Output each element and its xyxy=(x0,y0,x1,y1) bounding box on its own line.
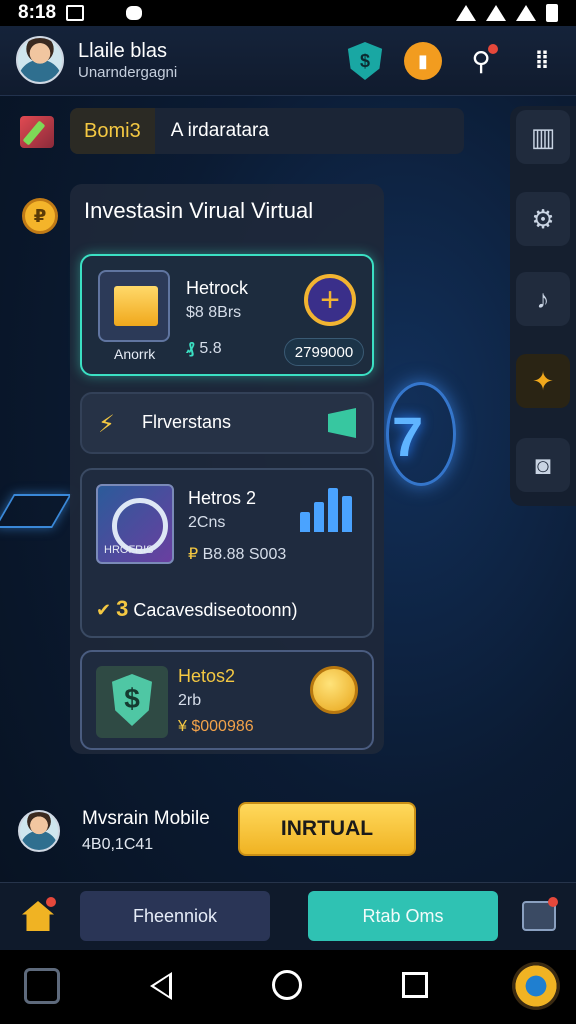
coin-icon[interactable]: ₽ xyxy=(22,198,58,234)
card4-value: $000986 xyxy=(191,718,254,735)
status-bar: 8:18 xyxy=(0,0,576,26)
top-bar-text: A irdaratara xyxy=(170,120,269,141)
card3-footer-text: Cacavesdiseotoonn) xyxy=(133,600,298,620)
coin-mark-icon: ₽ xyxy=(188,546,203,563)
bottom-user-row: Mvsrain Mobile 4B0,1C41 INRTUAL xyxy=(0,800,576,870)
menu-icon[interactable]: ⁞⁞ xyxy=(522,42,560,80)
photo-icon xyxy=(66,5,85,21)
add-investment-button[interactable]: + xyxy=(304,274,356,326)
signal-icon-2 xyxy=(516,5,536,21)
investment-card-hetrock[interactable]: Anorrk Hetrock $8 8Brs ₰ 5.8 + 2799000 xyxy=(80,254,374,376)
card3-title: Hetros 2 xyxy=(188,488,257,508)
bank-icon[interactable]: ▥ xyxy=(516,110,570,164)
card4-title: Hetos2 xyxy=(178,666,236,686)
user-subtitle: Unarndergagni xyxy=(78,64,178,81)
card4-value-row: ¥ $000986 xyxy=(178,718,254,736)
back-icon[interactable] xyxy=(150,972,172,1000)
glow-number-decoration: 7 xyxy=(392,405,424,468)
card3-subtitle: 2Cns xyxy=(188,514,226,531)
edit-icon[interactable] xyxy=(20,116,54,148)
check-icon: ✔ xyxy=(96,600,117,620)
bolt-icon: ⚡ xyxy=(98,411,115,438)
stat-icon: ₰ xyxy=(186,340,200,357)
search-icon[interactable]: ⚲ xyxy=(462,42,500,80)
music-icon[interactable]: ♪ xyxy=(516,272,570,326)
mail-badge xyxy=(548,897,558,907)
game-badge-icon[interactable] xyxy=(512,962,560,1010)
card2-label: Flrverstans xyxy=(142,412,232,432)
home-circle-icon[interactable] xyxy=(272,970,302,1000)
notification-icon xyxy=(126,6,143,20)
home-badge xyxy=(46,897,56,907)
book-icon[interactable]: ▮ xyxy=(404,42,442,80)
status-time: 8:18 xyxy=(18,2,57,23)
right-action-button[interactable]: Rtab Oms xyxy=(308,891,498,941)
left-action-button[interactable]: Fheenniok xyxy=(80,891,270,941)
top-search-bar[interactable]: Bomi3 A irdaratara xyxy=(70,108,464,154)
card1-amount-pill: 2799000 xyxy=(284,338,364,366)
card3-icon-caption: HROFRIS xyxy=(104,544,154,556)
diamond-decoration xyxy=(0,494,72,528)
shield-icon[interactable]: $ xyxy=(347,42,383,80)
card1-icon-caption: Anorrk xyxy=(114,346,156,362)
crate-icon xyxy=(98,270,170,342)
card1-stat-row: ₰ 5.8 xyxy=(186,340,222,358)
wifi-icon xyxy=(456,5,476,21)
system-nav-bar xyxy=(0,950,576,1024)
right-sidebar: ▥ ⚙ ♪ ✦ ◙ xyxy=(510,106,576,506)
coin-mark-icon: ¥ xyxy=(178,718,192,735)
card3-value: B8.88 S003 xyxy=(202,546,287,563)
recents-icon[interactable] xyxy=(402,972,428,998)
bottom-user-number: 4B0,1C41 xyxy=(82,836,154,853)
bottom-user-name: Mvsrain Mobile xyxy=(82,808,210,829)
card1-stat: 5.8 xyxy=(199,340,222,357)
category-chip[interactable]: Bomi3 xyxy=(70,108,155,154)
action-bar: Fheenniok Rtab Oms xyxy=(0,882,576,950)
signal-icon xyxy=(486,5,506,21)
camera-icon[interactable]: ◙ xyxy=(516,438,570,492)
investors-row[interactable]: ⚡ Flrverstans xyxy=(80,392,374,454)
investment-panel: Investasin Virual Virtual Anorrk Hetrock… xyxy=(70,184,384,754)
gold-coin-icon[interactable] xyxy=(310,666,358,714)
settings-icon[interactable]: ⚙ xyxy=(516,192,570,246)
puzzle-icon[interactable]: ✦ xyxy=(516,354,570,408)
robot-icon[interactable] xyxy=(24,968,60,1004)
user-avatar[interactable] xyxy=(18,810,60,852)
panel-title: Investasin Virual Virtual xyxy=(84,198,314,223)
card1-title: Hetrock xyxy=(186,278,249,298)
investment-card-hetos[interactable]: Hetos2 2rb ¥ $000986 xyxy=(80,650,374,750)
card3-value-row: ₽ B8.88 S003 xyxy=(188,544,286,564)
dollar-shield-icon xyxy=(96,666,168,738)
card1-price: $8 8Brs xyxy=(186,304,242,321)
investment-card-hetros[interactable]: HROFRIS Hetros 2 2Cns ₽ B8.88 S003 ✔ 3 C… xyxy=(80,468,374,638)
virtual-button[interactable]: INRTUAL xyxy=(238,802,416,856)
notification-badge xyxy=(488,44,498,54)
card3-footer-number: 3 xyxy=(116,596,129,621)
profile-avatar[interactable] xyxy=(16,36,64,84)
app-header: Llaile blas Unarndergagni $ ▮ ⚲ ⁞⁞ xyxy=(0,26,576,96)
bar-chart-icon xyxy=(300,482,358,532)
user-name: Llaile blas xyxy=(78,40,167,62)
battery-icon xyxy=(546,4,558,22)
card3-footer: ✔ 3 Cacavesdiseotoonn) xyxy=(96,596,297,622)
card4-subtitle: 2rb xyxy=(178,692,202,709)
windows-icon xyxy=(328,408,356,438)
